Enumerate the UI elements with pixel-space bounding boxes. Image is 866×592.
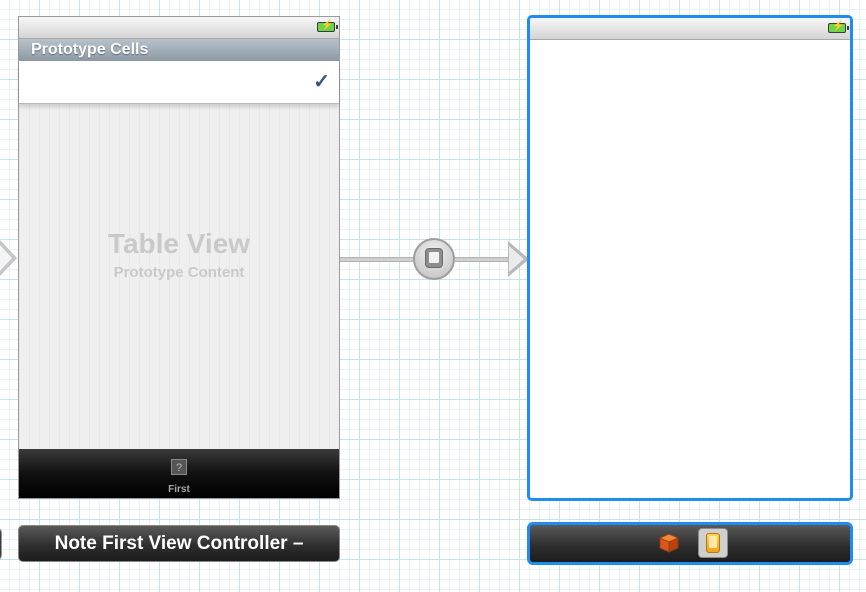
charging-bolt-icon: ⚡ [832,21,845,32]
table-view-controller-scene[interactable]: ⚡ Prototype Cells ✓ Table View Prototype… [18,16,340,499]
view-controller-icon [706,533,720,553]
table-view-subtitle: Prototype Content [113,264,245,281]
view-scene-dock[interactable] [527,522,853,565]
battery-icon: ⚡ [828,21,849,33]
prototype-cell[interactable]: ✓ [19,61,339,104]
first-responder-cube-icon[interactable] [659,533,679,553]
table-view-title: Table View [107,228,251,259]
question-mark-icon[interactable]: ? [171,459,187,475]
tab-item-first[interactable]: First [19,484,339,495]
view-controller-scene[interactable]: ⚡ [527,15,853,501]
charging-bolt-icon: ⚡ [321,20,334,31]
checkmark-icon: ✓ [313,71,330,93]
tab-bar: ? First [19,449,339,498]
offscreen-scene-dock[interactable] [0,527,2,561]
segue-line [340,257,414,262]
battery-icon: ⚡ [317,20,338,32]
table-scene-dock[interactable]: Note First View Controller – [18,525,340,562]
modal-segue-icon [425,248,443,268]
table-view[interactable]: Table View Prototype Content [19,104,339,449]
entry-arrow-fill [0,245,12,271]
segue-line [455,257,511,262]
status-bar: ⚡ [530,18,850,40]
segue-arrowhead-fill [509,246,524,272]
status-bar: ⚡ [19,17,339,39]
prototype-cells-header: Prototype Cells [19,39,339,61]
view-controller-button[interactable] [698,528,728,558]
